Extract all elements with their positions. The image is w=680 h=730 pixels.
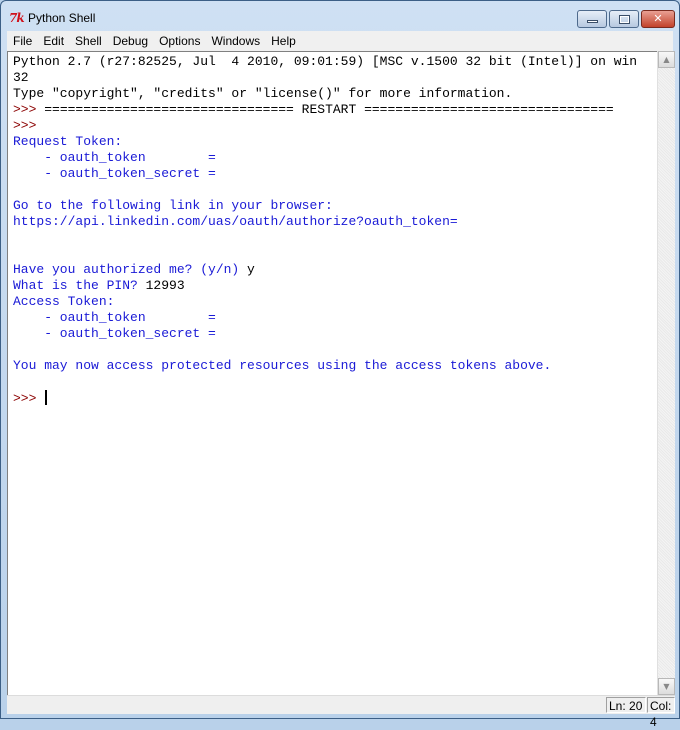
minimize-icon — [587, 20, 598, 23]
scroll-down-button[interactable]: ▼ — [658, 678, 675, 695]
menu-shell[interactable]: Shell — [70, 34, 107, 48]
banner-line: Type "copyright", "credits" or "license(… — [13, 86, 513, 101]
tk-icon: 7k — [9, 11, 25, 25]
current-prompt: >>> — [13, 391, 45, 406]
python-shell-window: 7k Python Shell ✕ File Edit Shell Debug … — [0, 0, 680, 729]
shell-output: Python 2.7 (r27:82525, Jul 4 2010, 09:01… — [13, 54, 637, 407]
line-number-status: Ln: 20 — [606, 697, 646, 713]
menu-help[interactable]: Help — [266, 34, 301, 48]
menu-windows[interactable]: Windows — [206, 34, 265, 48]
user-input: 12993 — [145, 278, 185, 293]
output-line: - oauth_token_secret = — [13, 326, 216, 341]
window-title: Python Shell — [28, 11, 96, 25]
arrow-up-icon: ▲ — [663, 55, 670, 64]
minimize-button[interactable] — [577, 10, 607, 28]
menu-debug[interactable]: Debug — [108, 34, 153, 48]
close-icon: ✕ — [653, 12, 663, 25]
text-cursor — [45, 390, 48, 405]
column-number-status: Col: 4 — [647, 697, 675, 729]
output-line: Go to the following link in your browser… — [13, 198, 333, 213]
arrow-down-icon: ▼ — [663, 682, 670, 691]
maximize-icon — [619, 15, 630, 24]
scroll-up-button[interactable]: ▲ — [658, 51, 675, 68]
output-line: Have you authorized me? (y/n) — [13, 262, 248, 277]
user-input: y — [247, 262, 255, 277]
output-line: - oauth_token = — [13, 150, 216, 165]
auth-url-line: https://api.linkedin.com/uas/oauth/autho… — [13, 214, 458, 229]
close-button[interactable]: ✕ — [641, 10, 675, 28]
status-bar: Ln: 20 Col: 4 — [7, 695, 675, 729]
menu-file[interactable]: File — [7, 34, 37, 48]
prompt-marker: >>> — [13, 102, 45, 117]
shell-text-area[interactable]: Python 2.7 (r27:82525, Jul 4 2010, 09:01… — [7, 51, 657, 695]
output-line: Request Token: — [13, 134, 123, 149]
output-line: - oauth_token = — [13, 310, 216, 325]
menu-bar: File Edit Shell Debug Options Windows He… — [7, 31, 673, 51]
output-line: You may now access protected resources u… — [13, 358, 552, 373]
title-bar[interactable]: 7k Python Shell ✕ — [1, 1, 679, 31]
maximize-button[interactable] — [609, 10, 639, 28]
restart-line: ================================ RESTART… — [44, 102, 614, 117]
output-line: - oauth_token_secret = — [13, 166, 216, 181]
banner-line: Python 2.7 (r27:82525, Jul 4 2010, 09:01… — [13, 54, 638, 69]
menu-edit[interactable]: Edit — [38, 34, 69, 48]
vertical-scrollbar[interactable]: ▲ ▼ — [657, 51, 675, 695]
output-line: Access Token: — [13, 294, 115, 309]
output-line: What is the PIN? — [13, 278, 146, 293]
menu-options[interactable]: Options — [154, 34, 205, 48]
banner-line: 32 — [13, 70, 29, 85]
prompt-marker: >>> — [13, 118, 37, 133]
